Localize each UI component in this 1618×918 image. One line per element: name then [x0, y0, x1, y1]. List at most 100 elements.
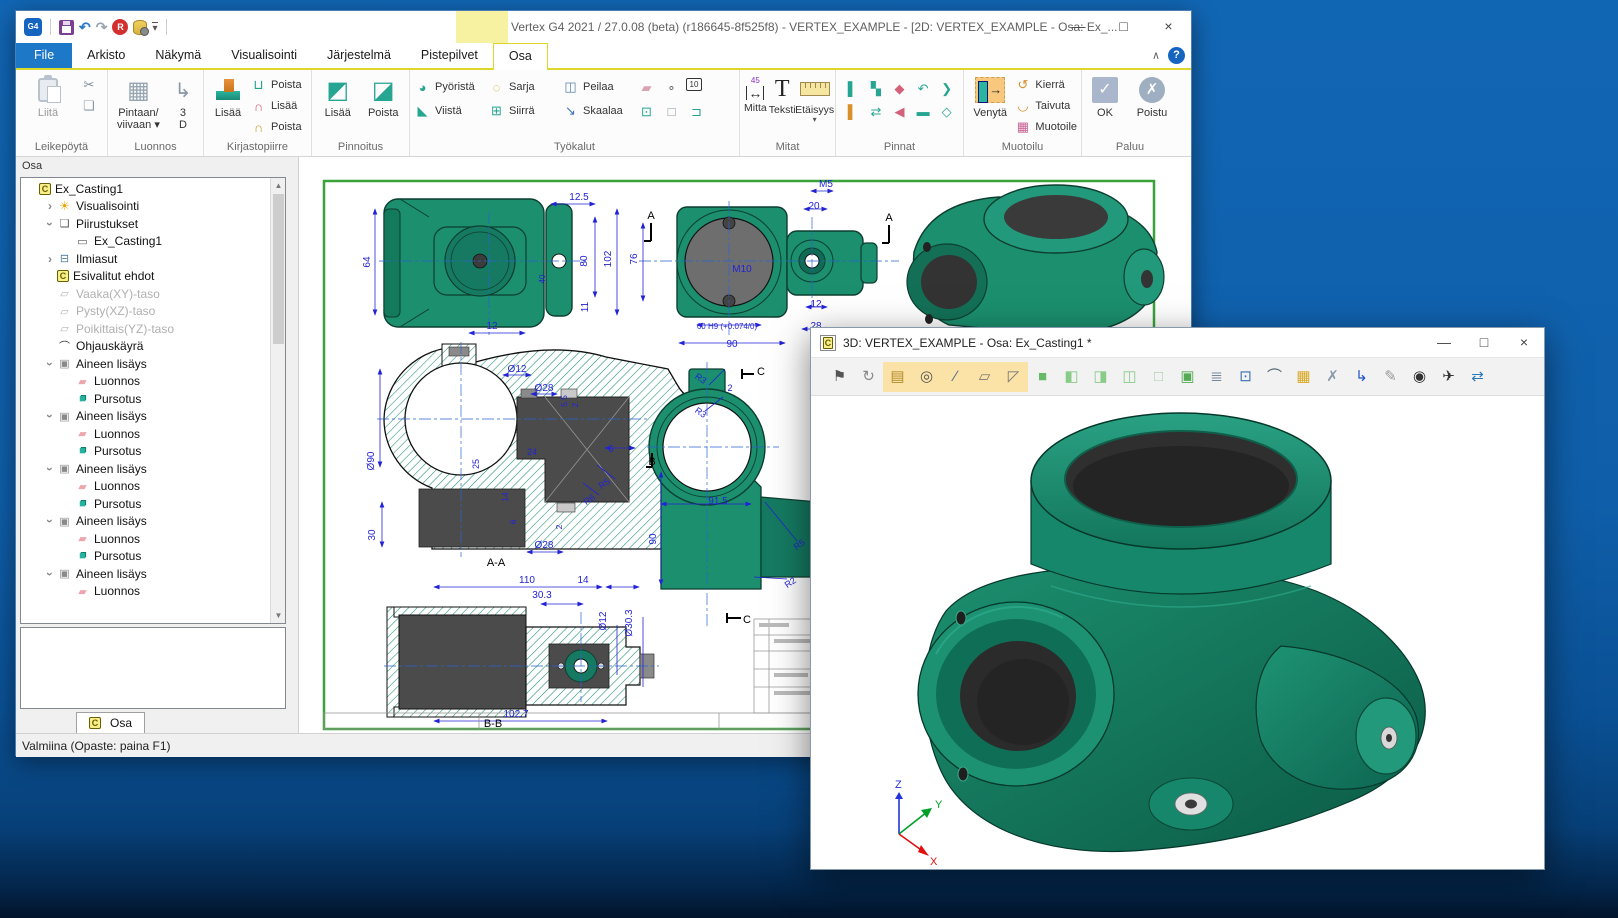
dimension-button[interactable]: 45 ↔ Mitta [744, 73, 767, 114]
chamfer-button[interactable]: ◣Viistä [414, 100, 486, 122]
tab-osa[interactable]: C Osa [76, 712, 145, 733]
tree-item-piirustukset[interactable]: ›❏Piirustukset [21, 215, 269, 233]
view-box-side-icon[interactable]: ◫ [1115, 362, 1144, 392]
delete-icon[interactable]: ✗ [1318, 362, 1347, 392]
tree-item-aineen-lis-ys[interactable]: ›▣Aineen lisäys [21, 408, 269, 426]
library-add-button[interactable]: Lisää [208, 73, 248, 119]
database-settings-icon[interactable] [133, 20, 147, 35]
tree-item-poikittais-yz-taso[interactable]: ▱Poikittais(YZ)-taso [21, 320, 269, 338]
airplane-icon[interactable]: ✈ [1434, 362, 1463, 392]
snap-line-icon[interactable]: ∕ [941, 362, 970, 392]
tree-item-pysty-xz-taso[interactable]: ▱Pysty(XZ)-taso [21, 303, 269, 321]
stretch-button[interactable]: Venytä [968, 73, 1012, 119]
series-button[interactable]: ◌Sarja [488, 76, 560, 98]
tree-item-luonnos[interactable]: ▰Luonnos [21, 425, 269, 443]
tree-item-ohjausk-yr-[interactable]: ⌒Ohjauskäyrä [21, 338, 269, 356]
chevron-down-icon[interactable]: › [43, 217, 57, 231]
viewport-3d[interactable]: Z Y X [811, 396, 1544, 869]
chevron-right-icon[interactable]: › [43, 199, 57, 213]
view-box-front-icon[interactable]: ◨ [1086, 362, 1115, 392]
view-box-top-icon[interactable]: ◧ [1057, 362, 1086, 392]
tree-item-pursotus[interactable]: ■Pursotus [21, 548, 269, 566]
surface-panel-icon[interactable]: ▌ [842, 79, 863, 98]
surface-diamond-icon[interactable]: ◇ [936, 102, 957, 121]
flip-icon[interactable]: ⇄ [1463, 362, 1492, 392]
close-button[interactable]: × [1146, 11, 1191, 43]
text-button[interactable]: T Teksti [769, 73, 796, 116]
copy-icon[interactable]: ⊡ [1231, 362, 1260, 392]
copy-button[interactable]: ❏ [78, 96, 100, 116]
snap-center-icon[interactable]: ◎ [912, 362, 941, 392]
surface-h-icon[interactable]: ▬ [913, 102, 934, 121]
surface-wedge-icon[interactable]: ◆ [889, 79, 910, 98]
chevron-down-icon[interactable]: › [43, 462, 57, 476]
help-icon[interactable]: ? [1168, 47, 1185, 64]
close-button[interactable]: × [1504, 328, 1544, 358]
scroll-up-icon[interactable]: ▲ [271, 178, 286, 193]
view-box-shaded-icon[interactable]: □ [1144, 362, 1173, 392]
snap-plane-icon[interactable]: ▱ [970, 362, 999, 392]
distance-button[interactable]: Etäisyys ▾ [798, 73, 832, 122]
axes-icon[interactable]: ↳ [1347, 362, 1376, 392]
surface-curve-icon[interactable]: ↶ [913, 79, 934, 98]
tree-item-aineen-lis-ys[interactable]: ›▣Aineen lisäys [21, 355, 269, 373]
tree-item-luonnos[interactable]: ▰Luonnos [21, 530, 269, 548]
sketch-arc-icon[interactable]: ⌒ [1260, 362, 1289, 392]
menu-tab-arkisto[interactable]: Arkisto [72, 43, 140, 68]
pin-line-icon[interactable]: ∘ [661, 78, 682, 97]
eraser-icon[interactable]: ▰ [636, 78, 657, 97]
tree-item-aineen-lis-ys[interactable]: ›▣Aineen lisäys [21, 565, 269, 583]
notes-icon[interactable]: ≣ [1202, 362, 1231, 392]
paste-button[interactable]: Liitä [20, 73, 76, 119]
surface-delete-icon[interactable]: ▚ [866, 79, 887, 98]
eye-icon[interactable]: ◉ [1405, 362, 1434, 392]
move-button[interactable]: ⊞Siirrä [488, 100, 560, 122]
tree-scrollbar[interactable]: ▲ ▼ [270, 178, 285, 623]
scroll-down-icon[interactable]: ▼ [271, 608, 286, 623]
model-3d[interactable]: Z Y X [811, 396, 1544, 869]
chevron-right-icon[interactable]: › [43, 252, 57, 266]
drawer-icon[interactable]: ▦ [1289, 362, 1318, 392]
chevron-down-icon[interactable]: › [43, 567, 57, 581]
library-remove-button[interactable]: ⊔Poista [250, 75, 302, 95]
menu-tab-näkymä[interactable]: Näkymä [140, 43, 216, 68]
mirror-button[interactable]: ◫Peilaa [562, 76, 634, 98]
sketch-3d-button[interactable]: ↳ 3D [167, 73, 199, 131]
scale-button[interactable]: ↘Skaalaa [562, 100, 634, 122]
box-solid-icon[interactable]: ⊡ [636, 102, 657, 121]
tree-item-luonnos[interactable]: ▰Luonnos [21, 373, 269, 391]
measure-icon[interactable]: ▤ [883, 362, 912, 392]
tree-item-luonnos[interactable]: ▰Luonnos [21, 478, 269, 496]
redo-icon[interactable]: ↷ [96, 19, 108, 35]
magnet-add-button[interactable]: ∩Lisää [250, 96, 302, 116]
tree-item-esivalitut-ehdot[interactable]: CEsivalitut ehdot [21, 268, 269, 286]
round-button[interactable]: ◕Pyöristä [414, 76, 486, 98]
menu-tab-file[interactable]: File [16, 43, 72, 68]
tree-item-ex-casting1[interactable]: CEx_Casting1 [21, 180, 269, 198]
menu-tab-pistepilvet[interactable]: Pistepilvet [406, 43, 493, 68]
menu-tab-osa[interactable]: Osa [493, 43, 548, 70]
bend-button[interactable]: ◡Taivuta [1014, 96, 1077, 116]
sketch-on-surface-button[interactable]: ▦ Pintaan/viivaan ▾ [112, 73, 165, 131]
tree-item-aineen-lis-ys[interactable]: ›▣Aineen lisäys [21, 513, 269, 531]
tree-item-ex-casting1[interactable]: ▭Ex_Casting1 [21, 233, 269, 251]
collapse-ribbon-icon[interactable]: ∧ [1152, 49, 1160, 62]
surface-offset-icon[interactable]: ⇄ [866, 102, 887, 121]
menu-tab-visualisointi[interactable]: Visualisointi [216, 43, 312, 68]
minimize-button[interactable]: — [1056, 11, 1101, 43]
weight-10-icon[interactable]: 10 [686, 78, 702, 91]
shape-button[interactable]: ▦Muotoile [1014, 117, 1077, 137]
pin-icon[interactable]: ⚑ [825, 362, 854, 392]
replay-icon[interactable]: R [112, 19, 128, 35]
magnet-remove-button[interactable]: ∩Poista [250, 117, 302, 137]
window-3d-titlebar[interactable]: C 3D: VERTEX_EXAMPLE - Osa: Ex_Casting1 … [811, 328, 1544, 358]
view-box-solid-icon[interactable]: ■ [1028, 362, 1057, 392]
tree-item-aineen-lis-ys[interactable]: ›▣Aineen lisäys [21, 460, 269, 478]
save-icon[interactable] [59, 20, 74, 35]
ok-button[interactable]: ✓ OK [1088, 73, 1122, 119]
surface-chevron-icon[interactable]: ❯ [936, 79, 957, 98]
cut-button[interactable]: ✂ [78, 75, 100, 95]
rotate-button[interactable]: ↺Kierrä [1014, 75, 1077, 95]
minimize-button[interactable]: — [1424, 328, 1464, 358]
maximize-button[interactable]: □ [1464, 328, 1504, 358]
